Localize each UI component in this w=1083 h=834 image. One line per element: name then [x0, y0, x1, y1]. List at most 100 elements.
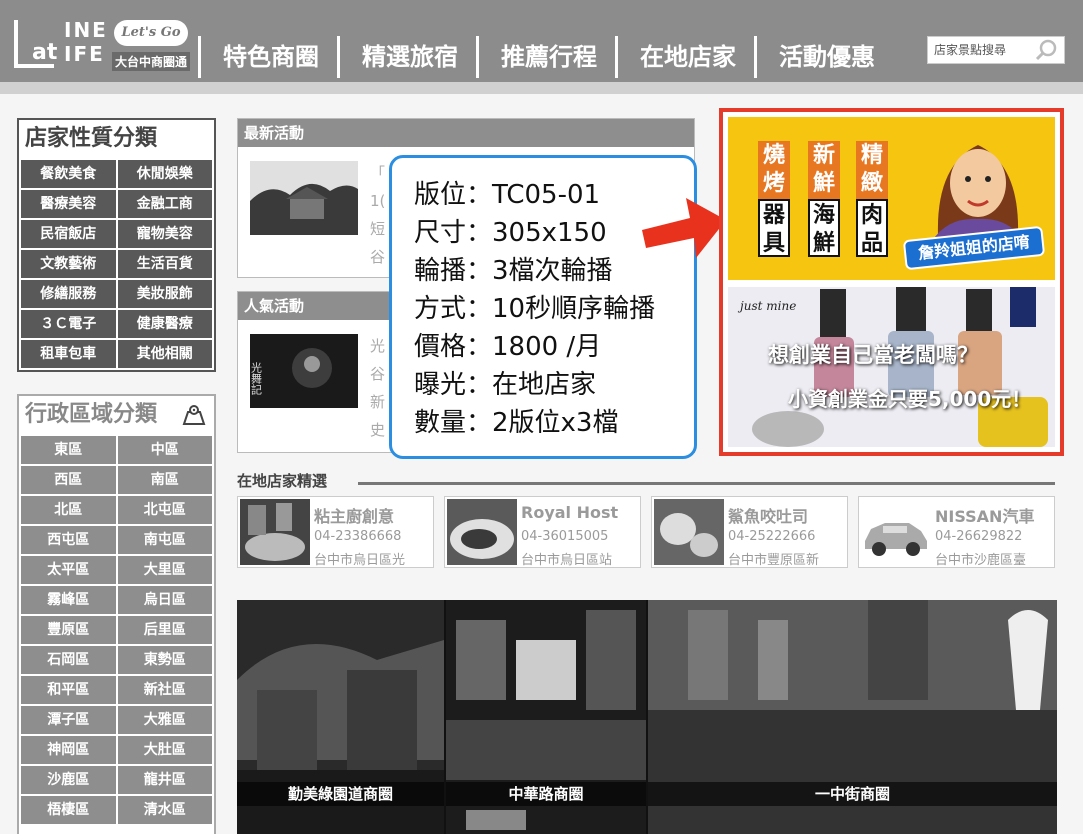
- shop-name: 鯊魚咬吐司: [728, 507, 809, 526]
- popular-event-image[interactable]: 光舞記: [250, 334, 358, 408]
- district-item[interactable]: 太平區: [21, 556, 116, 584]
- map-icon: [182, 405, 206, 425]
- latest-event-line[interactable]: 1(: [370, 187, 385, 215]
- nav-item-local-shops[interactable]: 在地店家: [615, 36, 754, 78]
- popular-event-photo-text: 光舞記: [250, 361, 263, 396]
- district-title-text: 行政區域分類: [25, 402, 158, 427]
- spec-exposure: 曝光：在地店家: [414, 370, 597, 400]
- category-item[interactable]: 生活百貨: [117, 250, 212, 278]
- category-item[interactable]: 文教藝術: [21, 250, 116, 278]
- district-item[interactable]: 大雅區: [117, 706, 212, 734]
- shop-name: 粘主廚創意: [314, 507, 395, 526]
- shopping-circle-gallery: 勤美綠園道商圈 中華路商圈 一中街商圈: [237, 600, 1057, 834]
- district-item[interactable]: 中區: [117, 436, 212, 464]
- logo-ine-text: INE: [64, 18, 108, 42]
- popular-event-line[interactable]: 史: [370, 416, 385, 444]
- shop-photo-food: [240, 499, 310, 565]
- shop-address: 台中市豐原區新: [728, 553, 820, 568]
- district-item[interactable]: 清水區: [117, 796, 212, 824]
- district-item[interactable]: 和平區: [21, 676, 116, 704]
- district-item[interactable]: 霧峰區: [21, 586, 116, 614]
- district-item[interactable]: 神岡區: [21, 736, 116, 764]
- circle-photo-card[interactable]: 一中街商圈: [648, 600, 1057, 834]
- category-item[interactable]: 美妝服飾: [117, 280, 212, 308]
- district-panel: 行政區域分類 東區 中區 西區 南區 北區 北屯區 西屯區 南屯區 太平區 大里…: [17, 394, 216, 834]
- shop-photo-toast: [654, 499, 724, 565]
- category-item[interactable]: 修繕服務: [21, 280, 116, 308]
- circle-photo-card[interactable]: 中華路商圈: [446, 600, 646, 834]
- circle-photo-card[interactable]: 勤美綠園道商圈: [237, 600, 444, 834]
- ad-column-grill: 燒烤 器具: [758, 141, 790, 257]
- district-item[interactable]: 大肚區: [117, 736, 212, 764]
- shop-card[interactable]: Royal Host 04-36015005 台中市烏日區站: [444, 496, 641, 568]
- main-nav: 特色商圈 精選旅宿 推薦行程 在地店家 活動優惠: [198, 36, 893, 78]
- district-item[interactable]: 西區: [21, 466, 116, 494]
- ad-banner-just-mine[interactable]: just mine 想創業自己當老闆嗎？ 小資創業金只要5,000元！: [728, 287, 1055, 447]
- popular-event-line[interactable]: 光: [370, 332, 385, 360]
- nav-item-features[interactable]: 特色商圈: [198, 36, 337, 78]
- district-item[interactable]: 龍井區: [117, 766, 212, 794]
- district-item[interactable]: 南屯區: [117, 526, 212, 554]
- district-item[interactable]: 新社區: [117, 676, 212, 704]
- district-item[interactable]: 南區: [117, 466, 212, 494]
- category-item[interactable]: 醫療美容: [21, 190, 116, 218]
- shop-phone: 04-26629822: [935, 529, 1023, 544]
- category-item[interactable]: 寵物美容: [117, 220, 212, 248]
- latest-events-title: 最新活動: [238, 119, 694, 147]
- category-item[interactable]: 健康醫療: [117, 310, 212, 338]
- district-item[interactable]: 北屯區: [117, 496, 212, 524]
- shop-phone: 04-25222666: [728, 529, 816, 544]
- category-item[interactable]: 其他相關: [117, 340, 212, 368]
- district-item[interactable]: 大里區: [117, 556, 212, 584]
- shop-photo-steak: [447, 499, 517, 565]
- category-item[interactable]: 餐飲美食: [21, 160, 116, 188]
- site-logo[interactable]: at INE IFE Let's Go 大台中商圈通: [14, 18, 194, 74]
- district-grid: 東區 中區 西區 南區 北區 北屯區 西屯區 南屯區 太平區 大里區 霧峰區 烏…: [19, 434, 214, 826]
- district-item[interactable]: 東勢區: [117, 646, 212, 674]
- latest-event-line[interactable]: 「: [370, 159, 385, 187]
- district-item[interactable]: 西屯區: [21, 526, 116, 554]
- district-item[interactable]: 后里區: [117, 616, 212, 644]
- category-item[interactable]: 租車包車: [21, 340, 116, 368]
- ad-column-bottom: 肉品: [856, 199, 888, 257]
- category-item[interactable]: 民宿飯店: [21, 220, 116, 248]
- ad-subline: 小資創業金只要5,000元！: [788, 387, 1032, 411]
- latest-event-line[interactable]: 短: [370, 215, 385, 243]
- popular-event-line[interactable]: 新: [370, 388, 385, 416]
- district-item[interactable]: 東區: [21, 436, 116, 464]
- logo-ife-text: IFE: [64, 42, 105, 66]
- district-item[interactable]: 沙鹿區: [21, 766, 116, 794]
- search-icon[interactable]: [1032, 38, 1062, 62]
- ad-just-mine-brand: just mine: [740, 299, 797, 313]
- latest-event-image[interactable]: [250, 161, 358, 235]
- ad-banner-bbq[interactable]: 燒烤 器具 新鮮 海鮮 精緻 肉品 詹羚姐姐的店唷: [728, 117, 1055, 280]
- local-shops-title: 在地店家精選: [237, 472, 328, 490]
- shop-card[interactable]: NISSAN汽車 04-26629822 台中市沙鹿區臺: [858, 496, 1055, 568]
- latest-event-line[interactable]: 谷: [370, 243, 385, 271]
- nav-item-itinerary[interactable]: 推薦行程: [476, 36, 615, 78]
- logo-tagline: 大台中商圈通: [112, 52, 191, 71]
- category-item[interactable]: ３Ｃ電子: [21, 310, 116, 338]
- district-item[interactable]: 潭子區: [21, 706, 116, 734]
- district-item[interactable]: 梧棲區: [21, 796, 116, 824]
- district-title: 行政區域分類: [19, 396, 214, 434]
- shop-photo-car: [861, 499, 931, 565]
- nav-item-events[interactable]: 活動優惠: [754, 36, 893, 78]
- district-item[interactable]: 北區: [21, 496, 116, 524]
- shop-card[interactable]: 鯊魚咬吐司 04-25222666 台中市豐原區新: [651, 496, 848, 568]
- ad-column-bottom: 海鮮: [808, 199, 840, 257]
- shop-card[interactable]: 粘主廚創意 04-23386668 台中市烏日區光: [237, 496, 434, 568]
- nav-item-lodging[interactable]: 精選旅宿: [337, 36, 476, 78]
- category-item[interactable]: 休閒娛樂: [117, 160, 212, 188]
- shop-address: 台中市沙鹿區臺: [935, 553, 1027, 568]
- header-divider: [0, 82, 1083, 94]
- ad-column-top: 新鮮: [808, 141, 840, 199]
- district-item[interactable]: 石岡區: [21, 646, 116, 674]
- search-box: [927, 36, 1065, 64]
- search-input[interactable]: [928, 37, 1032, 63]
- popular-event-line[interactable]: 谷: [370, 360, 385, 388]
- category-item[interactable]: 金融工商: [117, 190, 212, 218]
- district-item[interactable]: 烏日區: [117, 586, 212, 614]
- category-grid: 餐飲美食 休閒娛樂 醫療美容 金融工商 民宿飯店 寵物美容 文教藝術 生活百貨 …: [19, 158, 214, 370]
- district-item[interactable]: 豐原區: [21, 616, 116, 644]
